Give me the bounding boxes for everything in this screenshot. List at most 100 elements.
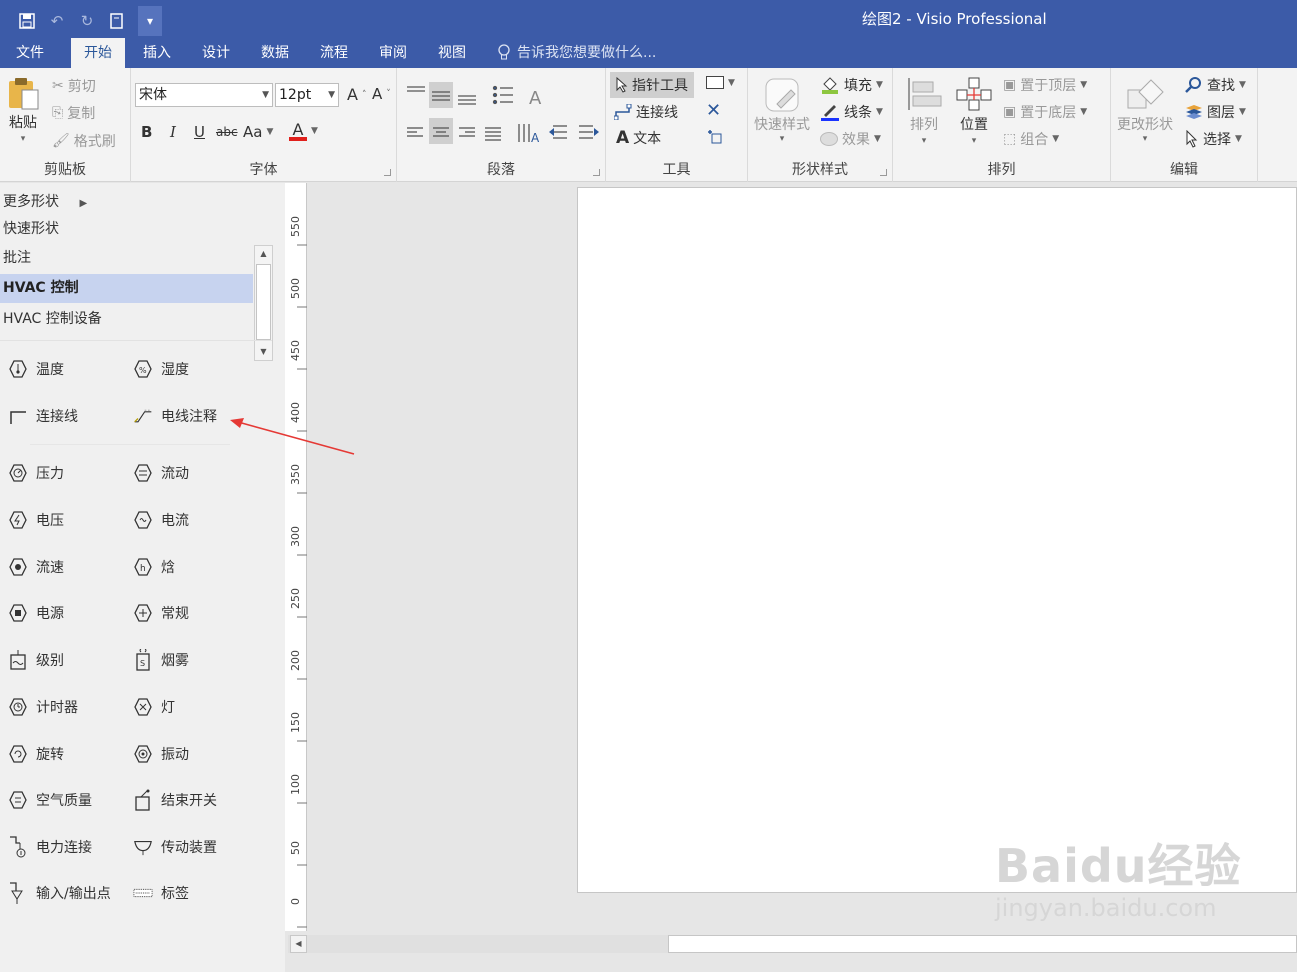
shape-label-tag[interactable]: 标签: [133, 880, 189, 906]
position-label: 位置: [960, 117, 988, 133]
cut-button[interactable]: ✂ 剪切: [52, 76, 96, 96]
horizontal-scrollbar[interactable]: ◀: [288, 935, 1297, 953]
bring-to-front-button[interactable]: ▣ 置于顶层 ▼: [1003, 75, 1087, 95]
layers-button[interactable]: 图层 ▼: [1185, 102, 1246, 122]
shape-voltage[interactable]: 电压: [8, 507, 64, 533]
drawing-canvas[interactable]: [308, 183, 1297, 935]
shrink-font-button[interactable]: A ˅: [372, 85, 391, 103]
shape-level[interactable]: 级别: [8, 647, 64, 673]
shape-general[interactable]: 常规: [133, 600, 189, 626]
more-shapes-button[interactable]: 更多形状 ▶: [3, 191, 87, 211]
tab-process[interactable]: 流程: [307, 38, 361, 68]
scroll-down-icon[interactable]: ▼: [255, 344, 272, 360]
vibration-icon: [133, 743, 153, 765]
tab-insert[interactable]: 插入: [130, 38, 184, 68]
italic-button[interactable]: I: [170, 123, 176, 141]
connection-point-button[interactable]: [706, 128, 726, 148]
fill-button[interactable]: 填充 ▼: [820, 75, 883, 95]
shape-light[interactable]: 灯: [133, 694, 175, 720]
shape-temperature[interactable]: 温度: [8, 356, 64, 382]
shape-label: 级别: [36, 653, 64, 669]
paste-button[interactable]: 粘贴 ▾: [6, 76, 40, 144]
font-color-button[interactable]: A ▼: [289, 120, 318, 141]
line-button[interactable]: 线条 ▼: [820, 102, 883, 122]
scroll-thumb[interactable]: [256, 264, 271, 340]
tab-view[interactable]: 视图: [425, 38, 479, 68]
tab-design[interactable]: 设计: [189, 38, 243, 68]
shape-vibration[interactable]: 振动: [133, 741, 189, 767]
format-painter-button[interactable]: 🖌 格式刷: [52, 131, 116, 151]
shape-rotation[interactable]: 旋转: [8, 741, 64, 767]
shape-smoke[interactable]: S 烟雾: [133, 647, 189, 673]
redo-icon[interactable]: ↻: [74, 9, 100, 33]
shape-actuator[interactable]: 传动装置: [133, 834, 217, 860]
undo-icon[interactable]: ↶: [44, 9, 70, 33]
shape-label: 标签: [161, 886, 189, 902]
change-shape-button[interactable]: 更改形状 ▾: [1117, 76, 1173, 144]
stencil-hvac-controls[interactable]: HVAC 控制: [0, 274, 253, 303]
shape-air-quality[interactable]: 空气质量: [8, 787, 92, 813]
cut-label: 剪切: [67, 79, 96, 95]
customize-qat-button[interactable]: ▾: [138, 6, 162, 36]
strikethrough-button[interactable]: abc: [216, 125, 238, 139]
tab-file[interactable]: 文件: [3, 38, 57, 68]
shape-enthalpy[interactable]: h 焓: [133, 554, 175, 580]
tab-data[interactable]: 数据: [248, 38, 302, 68]
shape-wire-annotation[interactable]: 电线注释: [133, 403, 217, 429]
find-button[interactable]: 查找 ▼: [1185, 75, 1246, 95]
position-button[interactable]: 位置 ▾: [955, 76, 993, 146]
enthalpy-icon: h: [133, 556, 153, 578]
stencil-annotations[interactable]: 批注: [0, 244, 253, 273]
chevron-right-icon: ▶: [79, 198, 88, 209]
shape-timer[interactable]: 计时器: [8, 694, 78, 720]
shape-power-connection[interactable]: 电力连接: [8, 834, 92, 860]
connector-tool-button[interactable]: 连接线: [614, 102, 678, 122]
copy-button[interactable]: ⎘ 复制: [52, 103, 95, 123]
tab-home[interactable]: 开始: [71, 38, 125, 68]
shape-label: 结束开关: [161, 793, 217, 809]
shape-humidity[interactable]: % 湿度: [133, 356, 189, 382]
tell-me-text: 告诉我您想要做什么...: [517, 45, 657, 61]
tab-review[interactable]: 审阅: [366, 38, 420, 68]
shape-power[interactable]: 电源: [8, 600, 64, 626]
wire-annotation-icon: [133, 405, 153, 427]
ruler-label: 450: [289, 340, 302, 361]
scroll-left-icon[interactable]: ◀: [290, 935, 307, 953]
change-case-button[interactable]: Aa ▼: [243, 123, 273, 141]
chevron-down-icon: ▼: [1239, 107, 1246, 117]
grow-font-button[interactable]: A ˄: [347, 85, 366, 104]
scroll-up-icon[interactable]: ▲: [255, 246, 272, 262]
shape-flow[interactable]: 流动: [133, 460, 189, 486]
shape-flow-rate[interactable]: 流速: [8, 554, 64, 580]
stencil-hvac-control-devices[interactable]: HVAC 控制设备: [0, 305, 253, 334]
font-name-select[interactable]: 宋体 ▼: [135, 83, 273, 107]
pointer-tool-button[interactable]: 指针工具: [610, 72, 694, 98]
rectangle-shape-button[interactable]: ▼: [706, 76, 735, 89]
tell-me-box[interactable]: 告诉我您想要做什么...: [497, 38, 656, 68]
paragraph-buttons[interactable]: A A: [403, 82, 603, 146]
stencil-list-scrollbar[interactable]: ▲ ▼: [254, 245, 273, 361]
text-tool-button[interactable]: A 文本: [616, 128, 661, 148]
shape-connector[interactable]: 连接线: [8, 403, 78, 429]
send-to-back-button[interactable]: ▣ 置于底层 ▼: [1003, 102, 1087, 122]
clipboard-group: 粘贴 ▾ ✂ 剪切 ⎘ 复制 🖌 格式刷 剪贴板: [0, 68, 131, 182]
new-page-icon[interactable]: [104, 9, 130, 33]
shape-io-point[interactable]: 输入/输出点: [8, 880, 111, 906]
shape-current[interactable]: 电流: [133, 507, 189, 533]
shape-pressure[interactable]: 压力: [8, 460, 64, 486]
stencil-quick-shapes[interactable]: 快速形状: [0, 215, 253, 244]
horizontal-scroll-thumb[interactable]: [668, 935, 1297, 953]
drawing-page[interactable]: [577, 187, 1297, 893]
group-button[interactable]: ⬚ 组合 ▼: [1003, 129, 1059, 149]
select-button[interactable]: 选择 ▼: [1185, 129, 1242, 149]
close-x-icon[interactable]: ✕: [706, 100, 721, 121]
align-button[interactable]: 排列 ▾: [905, 76, 943, 146]
font-size-select[interactable]: 12pt ▼: [275, 83, 339, 107]
bold-button[interactable]: B: [141, 123, 152, 141]
text-tool-icon: A: [616, 128, 630, 148]
underline-button[interactable]: U: [194, 123, 205, 141]
effects-button[interactable]: 效果 ▼: [820, 129, 881, 149]
shape-end-switch[interactable]: 结束开关: [133, 787, 217, 813]
save-icon[interactable]: [14, 9, 40, 33]
quick-styles-button[interactable]: 快速样式 ▾: [754, 76, 810, 144]
